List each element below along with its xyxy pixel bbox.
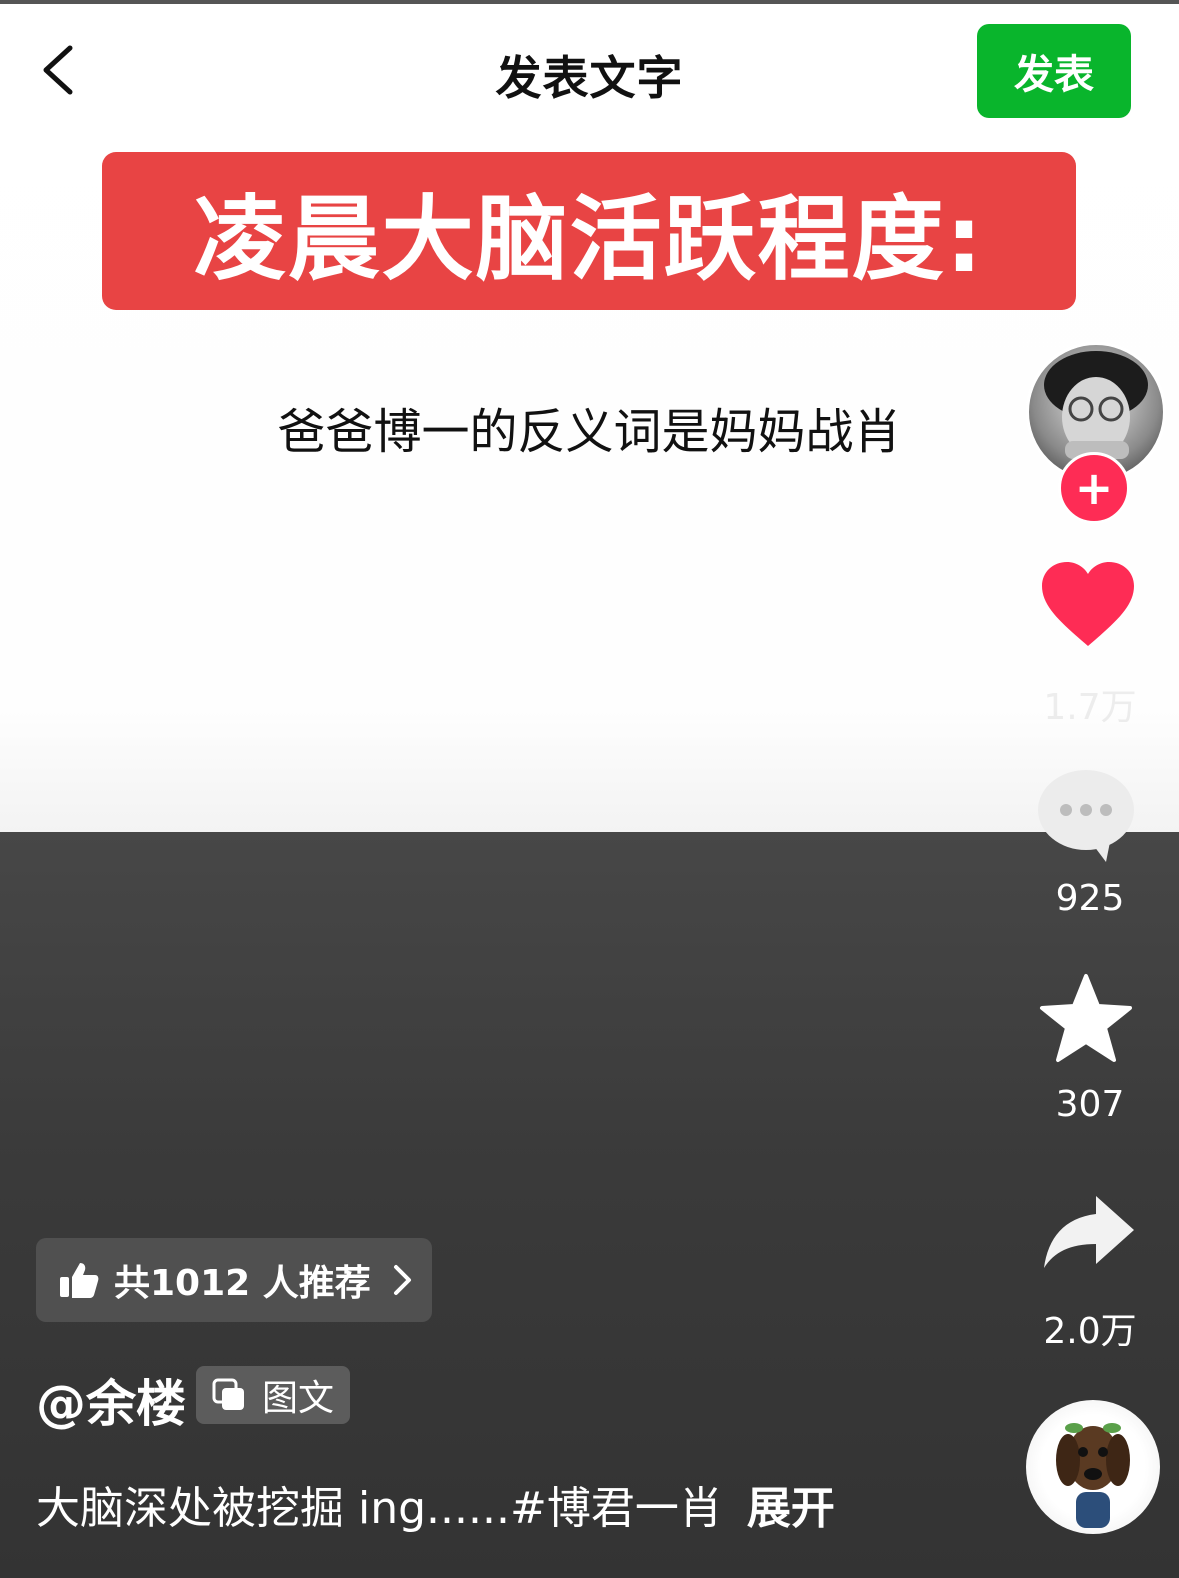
comment-count: 925: [1055, 878, 1125, 919]
comment-bubble-icon[interactable]: [1036, 768, 1136, 868]
content-type-tag: 图文: [196, 1366, 350, 1424]
content-type-label: 图文: [261, 1378, 334, 1419]
share-count: 2.0万: [1043, 1311, 1137, 1352]
like-heart-icon[interactable]: [1040, 560, 1136, 654]
post-body-text: 爸爸博一的反义词是妈妈战肖: [277, 404, 902, 460]
recommend-pill[interactable]: 共1012 人推荐: [36, 1238, 432, 1322]
recommend-label: 共1012 人推荐: [114, 1263, 371, 1304]
favorite-count: 307: [1055, 1084, 1125, 1125]
author-name[interactable]: @余楼: [36, 1364, 186, 1436]
post-banner: 凌晨大脑活跃程度:: [102, 152, 1076, 310]
like-count: 1.7万: [1043, 687, 1137, 728]
caption-text: 大脑深处被挖掘 ing......: [36, 1483, 510, 1534]
image-text-icon: [212, 1378, 244, 1410]
bottom-overlay: [0, 832, 1179, 1578]
expand-button[interactable]: 展开: [747, 1483, 835, 1534]
publish-button[interactable]: 发表: [977, 24, 1131, 118]
post-caption: 大脑深处被挖掘 ing......#博君一肖 展开: [36, 1472, 835, 1536]
hashtag-link[interactable]: #博君一肖: [510, 1483, 723, 1534]
favorite-star-icon[interactable]: [1038, 972, 1134, 1068]
share-arrow-icon[interactable]: [1040, 1192, 1136, 1276]
chevron-right-icon: [393, 1265, 411, 1295]
follow-plus-button[interactable]: +: [1058, 452, 1130, 524]
music-disc-avatar[interactable]: [1026, 1400, 1160, 1534]
thumbs-up-icon: [60, 1263, 99, 1298]
